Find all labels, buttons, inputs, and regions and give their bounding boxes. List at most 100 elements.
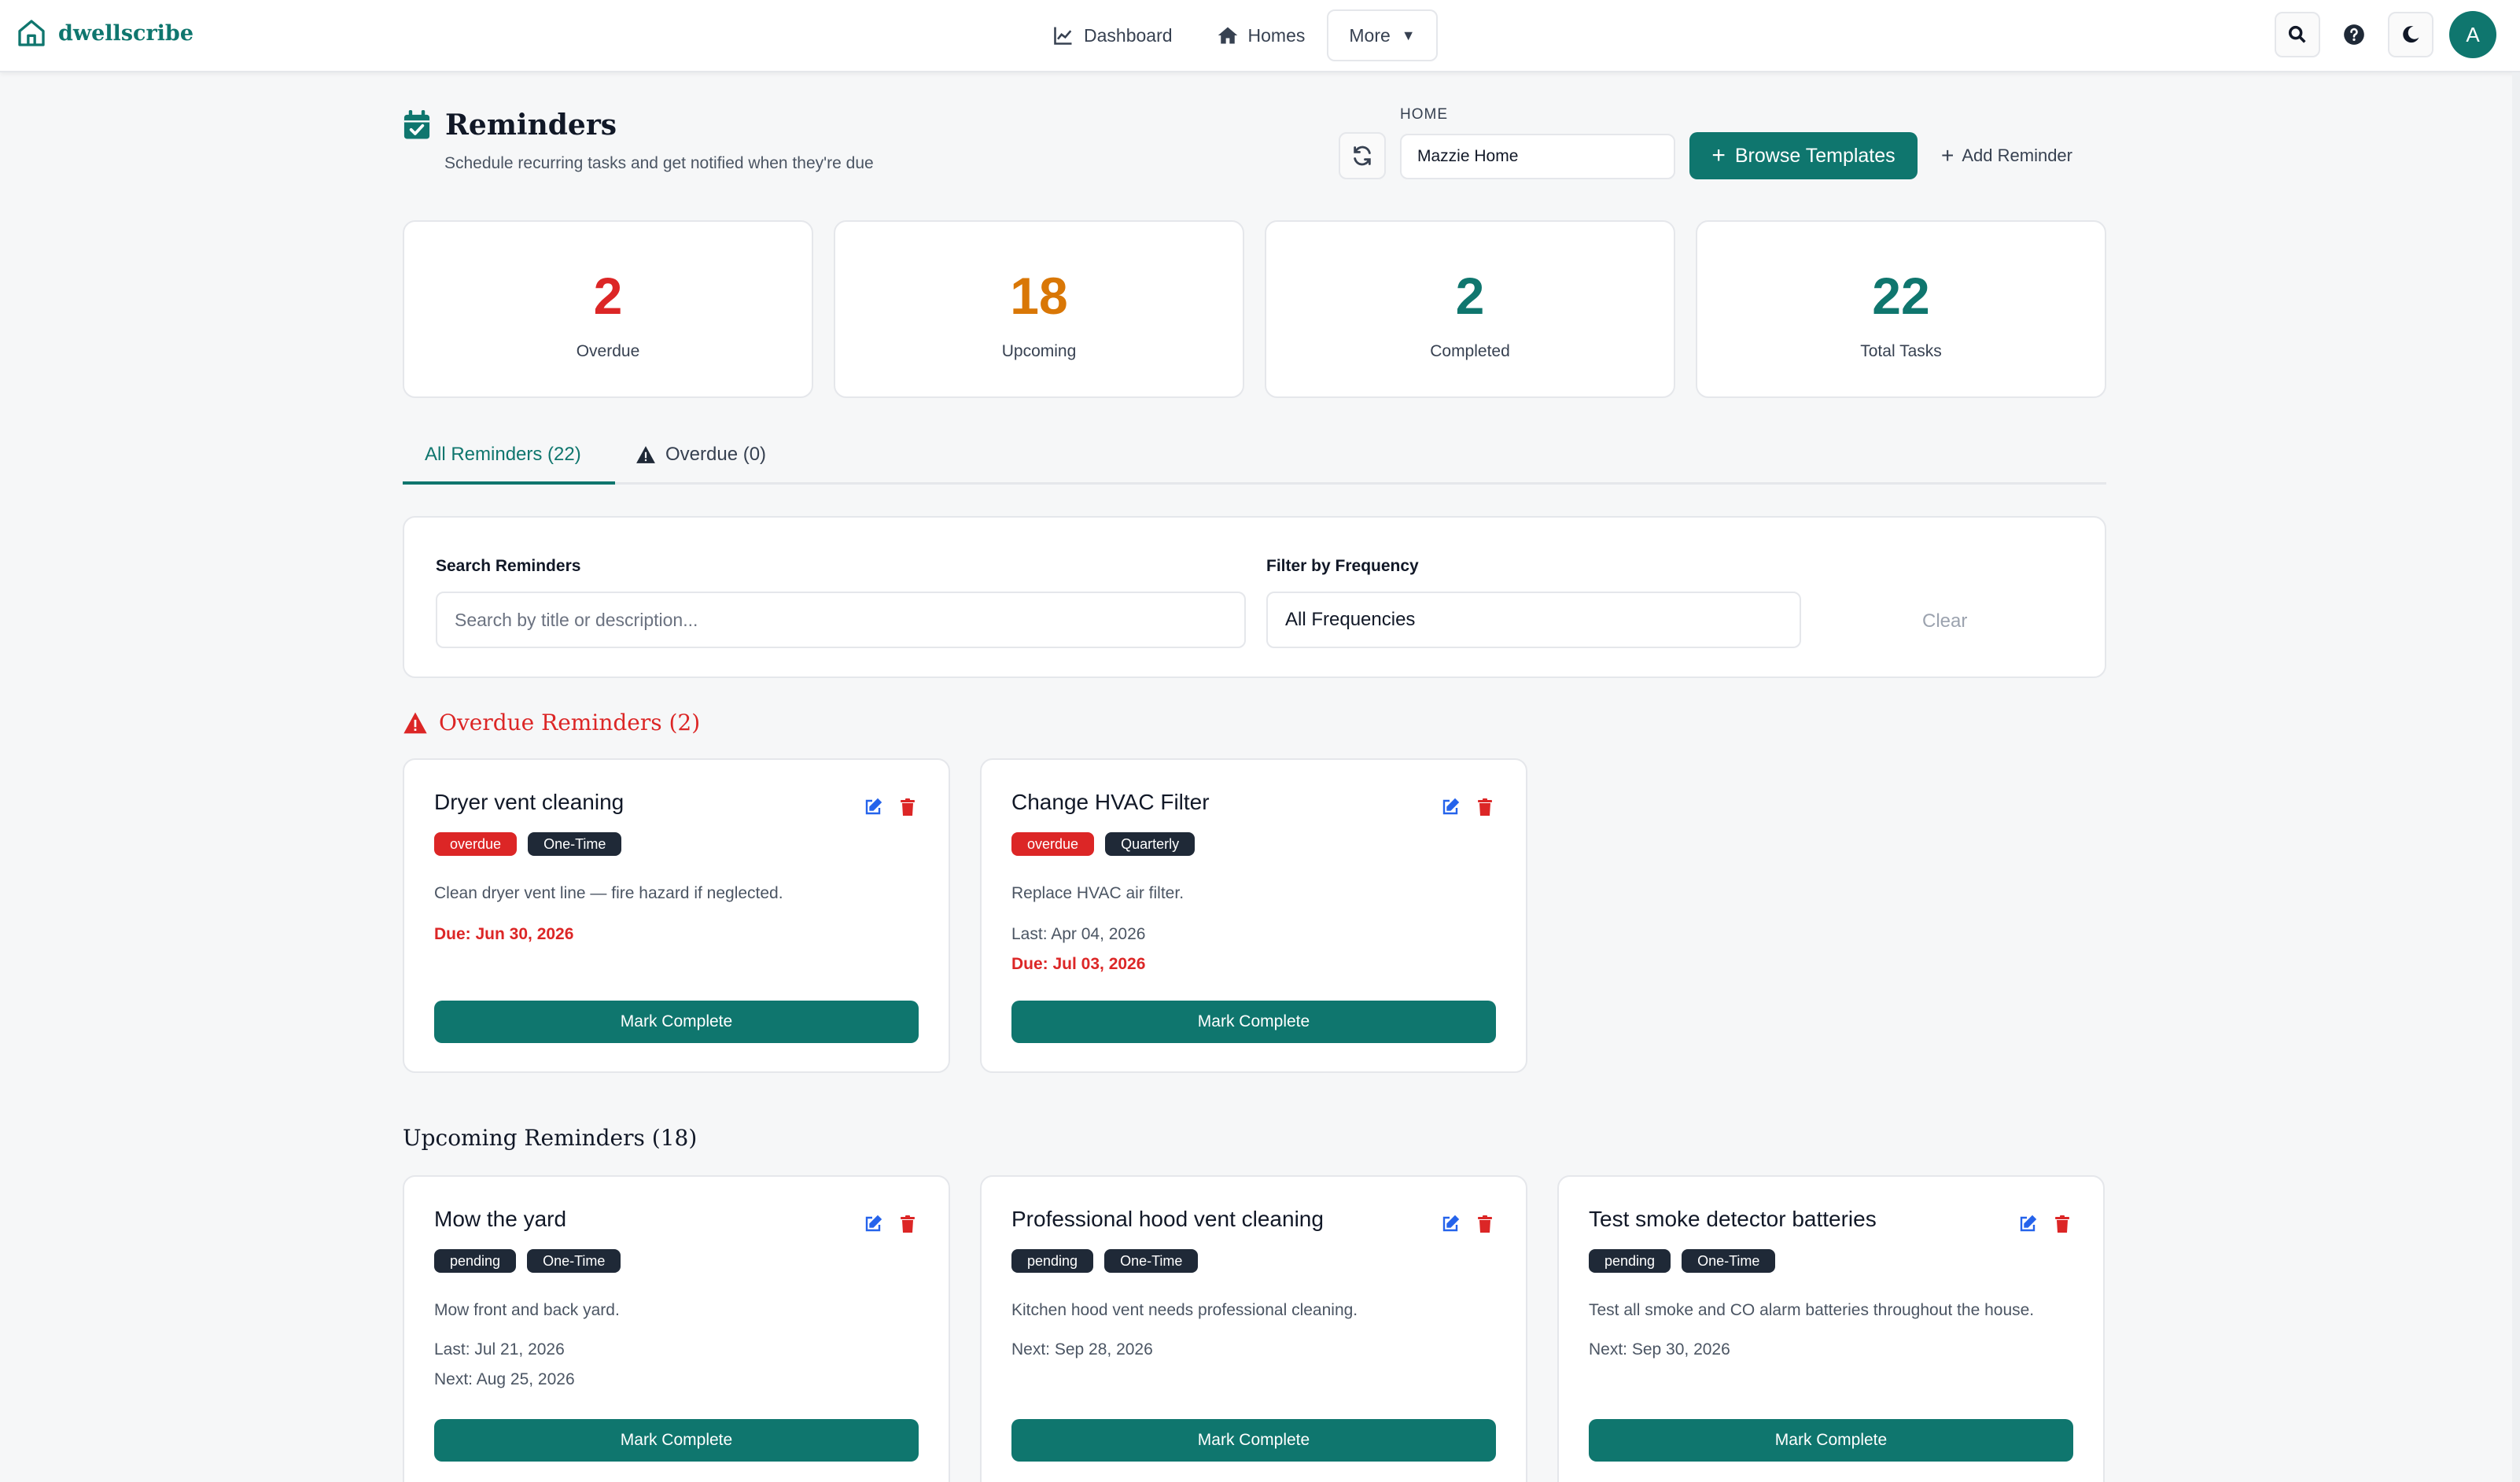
stat-value: 2 <box>1455 267 1485 325</box>
reminder-card: Professional hood vent cleaning pending … <box>980 1175 1527 1482</box>
trash-icon[interactable] <box>2053 1215 2072 1233</box>
reminder-actions <box>864 1215 917 1233</box>
frequency-badge: One-Time <box>1104 1249 1199 1273</box>
mark-complete-button[interactable]: Mark Complete <box>434 1001 919 1043</box>
stat-label: Total Tasks <box>1860 342 1942 360</box>
reminder-badges: overdue One-Time <box>434 832 622 856</box>
chart-line-icon <box>1054 27 1072 45</box>
page-scrollbar[interactable] <box>2512 72 2520 1482</box>
reminder-actions <box>1441 798 1494 817</box>
edit-icon[interactable] <box>864 1215 882 1233</box>
add-reminder-label: Add Reminder <box>1962 146 2072 165</box>
upcoming-section-label: Upcoming Reminders (18) <box>403 1125 698 1151</box>
frequency-badge: Quarterly <box>1105 832 1196 856</box>
tab-overdue[interactable]: Overdue (0) <box>636 425 766 485</box>
plus-icon: + <box>1941 143 1954 168</box>
reminder-description: Test all smoke and CO alarm batteries th… <box>1589 1301 2035 1319</box>
search-button[interactable] <box>2275 12 2320 57</box>
tab-overdue-label: Overdue (0) <box>665 444 767 465</box>
overdue-section-label: Overdue Reminders (2) <box>439 710 701 735</box>
caret-down-icon: ▼ <box>1401 27 1416 43</box>
mark-complete-button[interactable]: Mark Complete <box>1011 1419 1496 1462</box>
reminder-next-date: Next: Sep 30, 2026 <box>1589 1340 1730 1358</box>
home-select-label: HOME <box>1400 106 1448 123</box>
home-select[interactable]: Mazzie Home <box>1400 134 1675 179</box>
status-badge: pending <box>434 1249 517 1273</box>
trash-icon[interactable] <box>1476 1215 1494 1233</box>
edit-icon[interactable] <box>864 798 882 817</box>
reminder-description: Kitchen hood vent needs professional cle… <box>1011 1301 1358 1319</box>
nav-actions: A <box>2275 11 2496 58</box>
reminder-due-date: Due: Jul 03, 2026 <box>1011 955 1146 973</box>
help-button[interactable] <box>2331 12 2377 57</box>
stat-card-overdue: 2 Overdue <box>403 220 813 398</box>
refresh-icon <box>1354 146 1371 166</box>
tab-all-reminders[interactable]: All Reminders (22) <box>425 425 581 485</box>
reminder-last-date: Last: Jul 21, 2026 <box>434 1340 565 1358</box>
reminder-next-date: Next: Aug 25, 2026 <box>434 1370 575 1388</box>
refresh-button[interactable] <box>1339 132 1386 179</box>
main-nav: Dashboard Homes More ▼ <box>1030 8 1438 63</box>
brand-logo-link[interactable]: dwellscribe <box>16 17 193 49</box>
nav-homes[interactable]: Homes <box>1195 8 1328 63</box>
warning-triangle-icon <box>636 446 655 463</box>
reminder-tabs: All Reminders (22) Overdue (0) <box>403 425 2106 485</box>
theme-toggle-button[interactable] <box>2388 12 2433 57</box>
edit-icon[interactable] <box>2018 1215 2037 1233</box>
reminder-actions <box>1441 1215 1494 1233</box>
trash-icon[interactable] <box>898 798 917 817</box>
stat-value: 22 <box>1872 267 1930 325</box>
stat-card-completed: 2 Completed <box>1265 220 1675 398</box>
reminder-description: Clean dryer vent line — fire hazard if n… <box>434 884 783 902</box>
reminder-badges: pending One-Time <box>1011 1249 1199 1273</box>
reminder-card: Change HVAC Filter overdue Quarterly Rep… <box>980 758 1527 1073</box>
search-icon <box>2288 25 2306 43</box>
nav-dashboard[interactable]: Dashboard <box>1030 8 1195 63</box>
mark-complete-button[interactable]: Mark Complete <box>1589 1419 2073 1462</box>
status-badge: pending <box>1011 1249 1094 1273</box>
reminder-description: Mow front and back yard. <box>434 1301 620 1319</box>
calendar-check-icon <box>403 110 430 139</box>
nav-more-label: More <box>1349 24 1391 46</box>
add-reminder-button[interactable]: + Add Reminder <box>1941 145 2072 167</box>
user-avatar[interactable]: A <box>2449 11 2496 58</box>
stat-value: 18 <box>1010 267 1068 325</box>
reminder-actions <box>2018 1215 2072 1233</box>
trash-icon[interactable] <box>898 1215 917 1233</box>
reminder-title: Professional hood vent cleaning <box>1011 1207 1324 1231</box>
mark-complete-button[interactable]: Mark Complete <box>1011 1001 1496 1043</box>
frequency-badge: One-Time <box>528 832 622 856</box>
search-input[interactable] <box>436 592 1246 648</box>
edit-icon[interactable] <box>1441 1215 1460 1233</box>
clear-filters-button[interactable]: Clear <box>1922 610 1967 632</box>
nav-dashboard-label: Dashboard <box>1084 24 1173 46</box>
browse-templates-button[interactable]: + Browse Templates <box>1689 132 1918 179</box>
edit-icon[interactable] <box>1441 798 1460 817</box>
frequency-select[interactable]: All Frequencies <box>1266 592 1801 648</box>
upcoming-section-title: Upcoming Reminders (18) <box>403 1125 697 1151</box>
stat-card-upcoming: 18 Upcoming <box>834 220 1244 398</box>
stat-label: Overdue <box>576 342 640 360</box>
stat-value: 2 <box>593 267 623 325</box>
reminder-title: Test smoke detector batteries <box>1589 1207 1877 1231</box>
active-tab-indicator <box>403 481 615 485</box>
trash-icon[interactable] <box>1476 798 1494 817</box>
stat-label: Completed <box>1430 342 1510 360</box>
reminder-card: Test smoke detector batteries pending On… <box>1557 1175 2105 1482</box>
mark-complete-button[interactable]: Mark Complete <box>434 1419 919 1462</box>
reminder-description: Replace HVAC air filter. <box>1011 884 1184 902</box>
reminder-due-date: Due: Jun 30, 2026 <box>434 925 574 943</box>
reminder-next-date: Next: Sep 28, 2026 <box>1011 1340 1153 1358</box>
reminder-title: Mow the yard <box>434 1207 567 1231</box>
reminder-last-date: Last: Apr 04, 2026 <box>1011 925 1146 943</box>
home-logo-icon <box>18 20 45 46</box>
reminder-card: Mow the yard pending One-Time Mow front … <box>403 1175 950 1482</box>
nav-more-dropdown[interactable]: More ▼ <box>1327 9 1438 61</box>
page-header: Reminders <box>403 109 617 142</box>
status-badge: overdue <box>1011 832 1095 856</box>
reminder-badges: pending One-Time <box>434 1249 621 1273</box>
top-navbar: dwellscribe Dashboard Homes More ▼ A <box>0 0 2520 72</box>
page-subtitle: Schedule recurring tasks and get notifie… <box>444 154 874 172</box>
page-title: Reminders <box>445 109 617 142</box>
question-circle-icon <box>2344 24 2364 45</box>
